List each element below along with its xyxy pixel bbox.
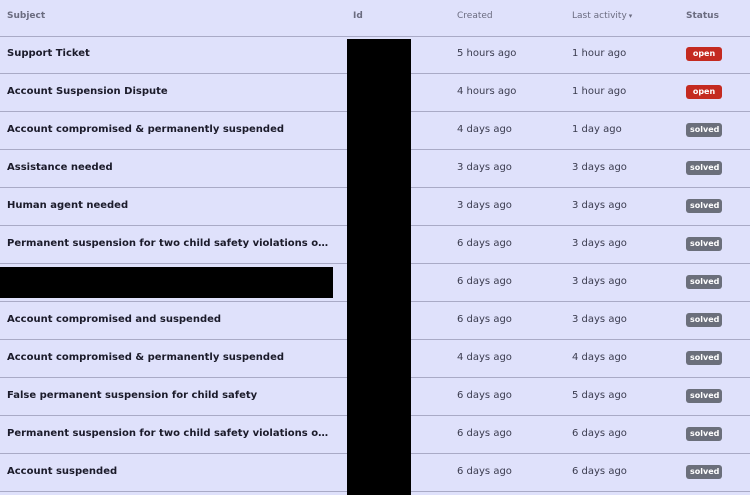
created-time: 4 days ago [457, 124, 512, 135]
request-subject-link[interactable]: Support Ticket [7, 48, 90, 59]
last-activity-time: 3 days ago [572, 238, 627, 249]
status-badge: solved [686, 275, 722, 289]
created-time: 4 hours ago [457, 86, 517, 97]
redaction-subject [0, 267, 333, 298]
status-badge: solved [686, 161, 722, 175]
created-time: 6 days ago [457, 390, 512, 401]
created-time: 6 days ago [457, 238, 512, 249]
request-subject-link[interactable]: Assistance needed [7, 162, 113, 173]
created-time: 5 hours ago [457, 48, 517, 59]
last-activity-time: 1 day ago [572, 124, 622, 135]
column-header-created[interactable]: Created [457, 11, 493, 21]
sort-descending-icon: ▾ [628, 12, 633, 20]
created-time: 3 days ago [457, 200, 512, 211]
created-time: 4 days ago [457, 352, 512, 363]
table-header: Subject Id Created Last activity ▾ Status [0, 0, 750, 37]
last-activity-time: 3 days ago [572, 200, 627, 211]
last-activity-time: 1 hour ago [572, 48, 627, 59]
last-activity-time: 3 days ago [572, 162, 627, 173]
request-subject-link[interactable]: False permanent suspension for child saf… [7, 390, 257, 401]
status-badge: solved [686, 123, 722, 137]
created-time: 3 days ago [457, 162, 512, 173]
created-time: 6 days ago [457, 466, 512, 477]
status-badge: solved [686, 351, 722, 365]
request-subject-link[interactable]: Account Suspension Dispute [7, 86, 168, 97]
created-time: 6 days ago [457, 276, 512, 287]
request-subject-link[interactable]: Permanent suspension for two child safet… [7, 238, 332, 249]
status-badge: solved [686, 427, 722, 441]
last-activity-time: 3 days ago [572, 314, 627, 325]
created-time: 6 days ago [457, 428, 512, 439]
column-header-last-activity-label: Last activity [572, 11, 627, 21]
last-activity-time: 3 days ago [572, 276, 627, 287]
column-header-id[interactable]: Id [353, 11, 363, 21]
requests-table: Subject Id Created Last activity ▾ Status… [0, 0, 750, 495]
status-badge: open [686, 47, 722, 61]
status-badge: open [686, 85, 722, 99]
request-subject-link[interactable]: Human agent needed [7, 200, 128, 211]
request-subject-link[interactable]: Account suspended [7, 466, 117, 477]
status-badge: solved [686, 199, 722, 213]
last-activity-time: 5 days ago [572, 390, 627, 401]
status-badge: solved [686, 237, 722, 251]
request-subject-link[interactable]: Account compromised & permanently suspen… [7, 352, 284, 363]
request-subject-link[interactable]: Permanent suspension for two child safet… [7, 428, 332, 439]
redaction-id-column [347, 39, 411, 495]
created-time: 6 days ago [457, 314, 512, 325]
column-header-last-activity[interactable]: Last activity ▾ [572, 11, 632, 21]
last-activity-time: 6 days ago [572, 428, 627, 439]
request-subject-link[interactable]: Account compromised & permanently suspen… [7, 124, 284, 135]
status-badge: solved [686, 313, 722, 327]
status-badge: solved [686, 389, 722, 403]
column-header-subject[interactable]: Subject [7, 11, 45, 21]
last-activity-time: 4 days ago [572, 352, 627, 363]
last-activity-time: 1 hour ago [572, 86, 627, 97]
column-header-status[interactable]: Status [686, 11, 719, 21]
status-badge: solved [686, 465, 722, 479]
request-subject-link[interactable]: Account compromised and suspended [7, 314, 221, 325]
last-activity-time: 6 days ago [572, 466, 627, 477]
